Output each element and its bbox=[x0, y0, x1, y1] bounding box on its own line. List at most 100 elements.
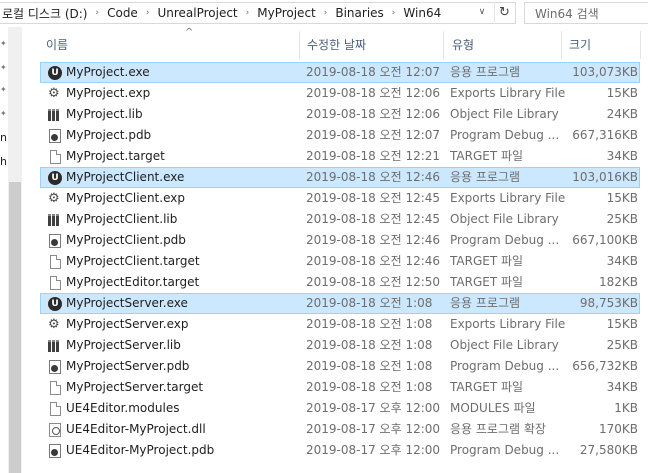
file-list: U MyProject.exe 2019-08-18 오전 12:07 응용 프로그램… bbox=[40, 62, 640, 461]
file-name: MyProject.target bbox=[66, 149, 165, 163]
breadcrumb-separator-icon[interactable]: › bbox=[392, 8, 396, 18]
file-row[interactable]: MyProjectServer.pdb 2019-08-18 오전 1:08 Pro… bbox=[40, 356, 640, 377]
pdb-icon bbox=[47, 357, 63, 376]
file-type: 응용 프로그램 bbox=[450, 170, 521, 184]
file-size: 24KB bbox=[606, 107, 638, 121]
address-bar[interactable]: 로컬 디스크 (D:) › Code › UnrealProject › MyP… bbox=[0, 2, 516, 24]
pin-icon: ✦ bbox=[0, 85, 7, 94]
file-row[interactable]: MyProjectClient.pdb 2019-08-18 오전 12:46 Pr… bbox=[40, 230, 640, 251]
column-header-size[interactable]: 크기 bbox=[569, 27, 639, 61]
search-input[interactable]: Win64 검색 bbox=[524, 2, 648, 24]
file-size: 667,100KB bbox=[572, 233, 638, 247]
file-row[interactable]: U MyProjectServer.exe 2019-08-18 오전 1:08 응용… bbox=[40, 293, 640, 314]
file-type: 응용 프로그램 bbox=[450, 296, 521, 310]
breadcrumb-separator-icon[interactable]: › bbox=[95, 8, 99, 18]
file-type: Program Debug ... bbox=[450, 443, 560, 457]
column-divider[interactable] bbox=[299, 31, 300, 59]
file-row[interactable]: MyProject.lib 2019-08-18 오전 12:06 Object F… bbox=[40, 104, 640, 125]
column-header-type[interactable]: 유형 bbox=[452, 27, 552, 61]
file-date: 2019-08-18 오전 1:08 bbox=[306, 359, 433, 373]
file-date: 2019-08-18 오전 12:21 bbox=[306, 149, 441, 163]
file-icon bbox=[47, 252, 63, 271]
column-divider[interactable] bbox=[443, 31, 444, 59]
file-type: Object File Library bbox=[450, 107, 559, 121]
dll-icon bbox=[47, 420, 63, 439]
column-divider[interactable] bbox=[561, 31, 562, 59]
file-type: 응용 프로그램 bbox=[450, 65, 521, 79]
file-name: MyProjectClient.lib bbox=[66, 212, 178, 226]
file-size: 103,016KB bbox=[572, 170, 638, 184]
file-row[interactable]: U MyProjectClient.exe 2019-08-18 오전 12:46 응… bbox=[40, 167, 640, 188]
address-history-dropdown-icon[interactable]: ∨ bbox=[474, 2, 490, 22]
file-date: 2019-08-18 오전 12:06 bbox=[306, 107, 441, 121]
breadcrumb-binaries[interactable]: Binaries bbox=[335, 6, 383, 20]
breadcrumb-code[interactable]: Code bbox=[107, 6, 138, 20]
file-name: MyProject.pdb bbox=[66, 128, 152, 142]
file-name: UE4Editor-MyProject.dll bbox=[66, 422, 206, 436]
file-date: 2019-08-18 오전 12:46 bbox=[306, 170, 441, 184]
file-type: Program Debug ... bbox=[450, 128, 560, 142]
breadcrumb-separator-icon[interactable]: › bbox=[324, 8, 328, 18]
breadcrumb-unrealproject[interactable]: UnrealProject bbox=[157, 6, 237, 20]
file-row[interactable]: UE4Editor-MyProject.dll 2019-08-17 오후 12:… bbox=[40, 419, 640, 440]
file-name: UE4Editor-MyProject.pdb bbox=[66, 443, 215, 457]
file-type: TARGET 파일 bbox=[450, 275, 524, 289]
library-icon bbox=[47, 210, 63, 229]
gears-icon: ⚙ bbox=[48, 85, 60, 101]
refresh-icon[interactable]: ↻ bbox=[494, 2, 514, 22]
file-date: 2019-08-18 오전 1:08 bbox=[306, 317, 433, 331]
gears-icon: ⚙ bbox=[48, 316, 60, 332]
file-name: MyProjectServer.exp bbox=[66, 317, 189, 331]
file-size: 27,580KB bbox=[579, 443, 638, 457]
file-name: MyProject.lib bbox=[66, 107, 143, 121]
breadcrumb-separator-icon[interactable]: › bbox=[246, 8, 250, 18]
file-name: UE4Editor.modules bbox=[66, 401, 180, 415]
file-row[interactable]: UE4Editor-MyProject.pdb 2019-08-17 오후 12:… bbox=[40, 440, 640, 461]
file-name: MyProjectClient.pdb bbox=[66, 233, 186, 247]
file-row[interactable]: ⚙ MyProjectServer.exp 2019-08-18 오전 1:08 Ex… bbox=[40, 314, 640, 335]
file-size: 98,753KB bbox=[579, 296, 638, 310]
file-size: 34KB bbox=[606, 149, 638, 163]
file-icon bbox=[47, 399, 63, 418]
gears-icon: ⚙ bbox=[48, 190, 60, 206]
file-name: MyProject.exp bbox=[66, 86, 151, 100]
file-row[interactable]: MyProjectServer.target 2019-08-18 오전 1:08… bbox=[40, 377, 640, 398]
file-row[interactable]: MyProjectServer.lib 2019-08-18 오전 1:08 Obj… bbox=[40, 335, 640, 356]
nav-item-label[interactable]: n bbox=[0, 131, 7, 144]
file-row[interactable]: ⚙ MyProjectClient.exp 2019-08-18 오전 12:45 E… bbox=[40, 188, 640, 209]
unreal-exe-icon: U bbox=[47, 63, 63, 82]
file-size: 103,073KB bbox=[572, 65, 638, 79]
library-icon bbox=[47, 105, 63, 124]
file-name: MyProjectServer.pdb bbox=[66, 359, 190, 373]
file-date: 2019-08-17 오후 12:00 bbox=[306, 422, 441, 436]
breadcrumb-separator-icon[interactable]: › bbox=[146, 8, 150, 18]
unreal-exe-icon: U bbox=[47, 168, 63, 187]
file-icon bbox=[47, 378, 63, 397]
breadcrumb-drive[interactable]: 로컬 디스크 (D:) bbox=[2, 5, 87, 22]
file-date: 2019-08-17 오후 12:00 bbox=[306, 401, 441, 415]
column-header-date[interactable]: 수정한 날짜 bbox=[307, 27, 437, 61]
file-name: MyProjectClient.exp bbox=[66, 191, 185, 205]
file-date: 2019-08-18 오전 12:50 bbox=[306, 275, 441, 289]
file-row[interactable]: MyProjectClient.lib 2019-08-18 오전 12:45 Ob… bbox=[40, 209, 640, 230]
file-row[interactable]: U MyProject.exe 2019-08-18 오전 12:07 응용 프로그램… bbox=[40, 62, 640, 83]
file-date: 2019-08-18 오전 12:45 bbox=[306, 191, 441, 205]
file-row[interactable]: ⚙ MyProject.exp 2019-08-18 오전 12:06 Exports… bbox=[40, 83, 640, 104]
breadcrumb-myproject[interactable]: MyProject bbox=[257, 6, 316, 20]
file-date: 2019-08-18 오전 12:45 bbox=[306, 212, 441, 226]
file-row[interactable]: MyProjectClient.target 2019-08-18 오전 12:4… bbox=[40, 251, 640, 272]
breadcrumb-win64[interactable]: Win64 bbox=[403, 6, 441, 20]
column-divider[interactable] bbox=[640, 31, 641, 59]
file-row[interactable]: UE4Editor.modules 2019-08-17 오후 12:00 MODU… bbox=[40, 398, 640, 419]
file-name: MyProject.exe bbox=[66, 65, 150, 79]
file-size: 182KB bbox=[598, 275, 638, 289]
column-header-name[interactable]: 이름 bbox=[46, 27, 296, 61]
file-type: Object File Library bbox=[450, 338, 559, 352]
file-size: 15KB bbox=[606, 317, 638, 331]
file-row[interactable]: MyProject.target 2019-08-18 오전 12:21 TARGE… bbox=[40, 146, 640, 167]
file-row[interactable]: MyProjectEditor.target 2019-08-18 오전 12:5… bbox=[40, 272, 640, 293]
file-date: 2019-08-18 오전 12:46 bbox=[306, 233, 441, 247]
file-date: 2019-08-18 오전 12:46 bbox=[306, 254, 441, 268]
file-row[interactable]: MyProject.pdb 2019-08-18 오전 12:07 Program … bbox=[40, 125, 640, 146]
nav-scrollbar-thumb[interactable] bbox=[9, 182, 21, 473]
